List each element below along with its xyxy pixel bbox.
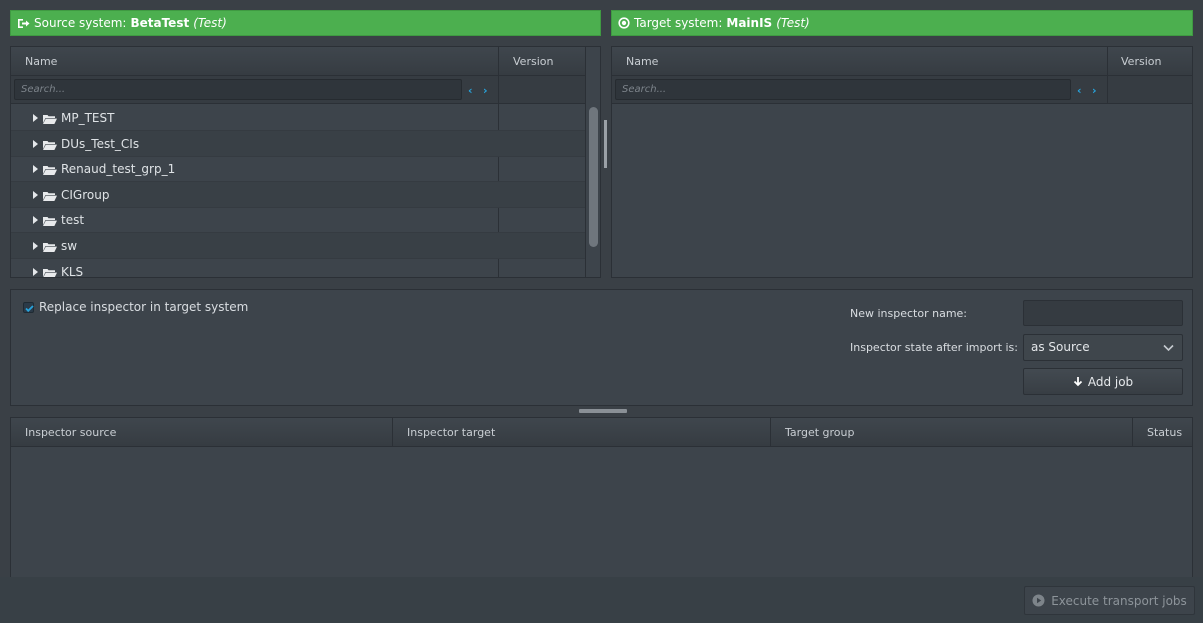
caret-right-icon[interactable] [33, 216, 38, 225]
caret-right-icon[interactable] [33, 267, 38, 276]
target-tree-empty-area [612, 104, 1192, 277]
folder-open-icon [43, 166, 57, 176]
footer-bar [0, 577, 1203, 623]
vertical-splitter-handle[interactable] [604, 120, 607, 168]
source-col-version[interactable]: Version [513, 47, 553, 76]
tree-item-label: test [61, 213, 85, 228]
check-icon [25, 305, 34, 313]
folder-open-icon [43, 268, 57, 277]
folder-open-icon [43, 243, 57, 252]
target-search-row: ‹ › [612, 76, 1192, 104]
caret-right-icon[interactable] [33, 139, 38, 148]
jobs-table: Inspector source Inspector target Target… [10, 417, 1193, 577]
inspector-state-label: Inspector state after import is: [850, 341, 1018, 354]
target-system-env: (Test) [776, 16, 810, 30]
add-job-button[interactable]: Add job [1023, 368, 1183, 395]
folder-open-icon [43, 115, 57, 124]
source-scrollbar[interactable] [585, 47, 600, 277]
source-system-env: (Test) [193, 16, 227, 30]
new-inspector-name-label: New inspector name: [850, 307, 968, 320]
chevron-right-icon[interactable]: › [1092, 84, 1097, 97]
tree-item[interactable]: sw [11, 233, 585, 259]
tree-item[interactable]: MP_TEST [11, 105, 585, 131]
col-inspector-target[interactable]: Inspector target [407, 418, 495, 447]
source-search-input[interactable] [14, 79, 462, 100]
new-inspector-name-input[interactable] [1023, 300, 1183, 326]
col-status[interactable]: Status [1147, 418, 1182, 447]
target-system-label: Target system: [634, 16, 723, 30]
tree-item[interactable]: DUs_Test_CIs [11, 130, 585, 157]
tree-item[interactable]: CIGroup [11, 181, 585, 208]
tree-item-label: MP_TEST [61, 111, 115, 125]
target-tree-header: Name Version [612, 47, 1192, 76]
jobs-table-header: Inspector source Inspector target Target… [11, 418, 1192, 447]
sign-out-icon [18, 18, 30, 28]
folder-open-icon [43, 191, 57, 201]
source-system-label: Source system: [34, 16, 127, 30]
arrow-down-icon [1073, 377, 1082, 387]
inspector-state-value: as Source [1031, 340, 1090, 354]
target-tree-panel: Name Version ‹ › [611, 46, 1193, 278]
caret-right-icon[interactable] [33, 242, 38, 250]
tree-item[interactable]: KLS [11, 259, 585, 278]
source-col-name[interactable]: Name [25, 47, 57, 76]
source-tree-panel: Name Version ‹ › MP_TEST DUs_Test_CIs Rena… [10, 46, 601, 278]
folder-open-icon [43, 140, 57, 150]
target-col-name[interactable]: Name [626, 47, 658, 76]
source-scroll-thumb[interactable] [589, 107, 598, 247]
source-system-name: BetaTest [130, 16, 190, 30]
execute-transport-jobs-button[interactable]: Execute transport jobs [1024, 586, 1195, 615]
target-search-input[interactable] [615, 79, 1071, 100]
target-system-bar: Target system: MainIS (Test) [611, 10, 1193, 36]
col-inspector-source[interactable]: Inspector source [25, 418, 116, 447]
col-target-group[interactable]: Target group [785, 418, 854, 447]
tree-item-label: DUs_Test_CIs [61, 136, 140, 151]
inspector-state-select[interactable]: as Source [1023, 334, 1183, 361]
dot-circle-icon [618, 17, 630, 29]
chevron-left-icon[interactable]: ‹ [1077, 84, 1082, 97]
tree-item-label: Renaud_test_grp_1 [61, 162, 176, 177]
source-tree-header: Name Version [11, 47, 600, 76]
target-system-name: MainIS [726, 16, 773, 30]
caret-right-icon[interactable] [33, 165, 38, 174]
play-circle-icon [1032, 594, 1045, 607]
col-divider [1132, 418, 1133, 447]
col-divider [770, 418, 771, 447]
replace-inspector-label[interactable]: Replace inspector in target system [39, 300, 248, 314]
chevron-right-icon[interactable]: › [483, 84, 488, 97]
chevron-left-icon[interactable]: ‹ [468, 84, 473, 97]
tree-item-label: sw [61, 239, 78, 253]
folder-open-icon [43, 217, 57, 227]
tree-item-label: CIGroup [61, 187, 110, 202]
add-job-label: Add job [1087, 374, 1134, 389]
col-divider [392, 418, 393, 447]
source-system-bar: Source system: BetaTest (Test) [10, 10, 601, 36]
tree-item-label: KLS [61, 264, 84, 278]
replace-inspector-checkbox[interactable] [23, 302, 34, 313]
execute-transport-jobs-label: Execute transport jobs [1051, 593, 1187, 608]
chevron-down-icon [1163, 344, 1174, 352]
jobs-table-body [11, 447, 1192, 578]
horizontal-splitter-handle[interactable] [579, 409, 627, 413]
options-panel: Replace inspector in target system New i… [10, 289, 1193, 406]
caret-right-icon[interactable] [33, 114, 38, 122]
tree-item[interactable]: test [11, 207, 585, 234]
target-col-divider [1107, 47, 1108, 104]
caret-right-icon[interactable] [33, 190, 38, 199]
target-col-version[interactable]: Version [1121, 47, 1161, 76]
tree-item[interactable]: Renaud_test_grp_1 [11, 156, 585, 183]
